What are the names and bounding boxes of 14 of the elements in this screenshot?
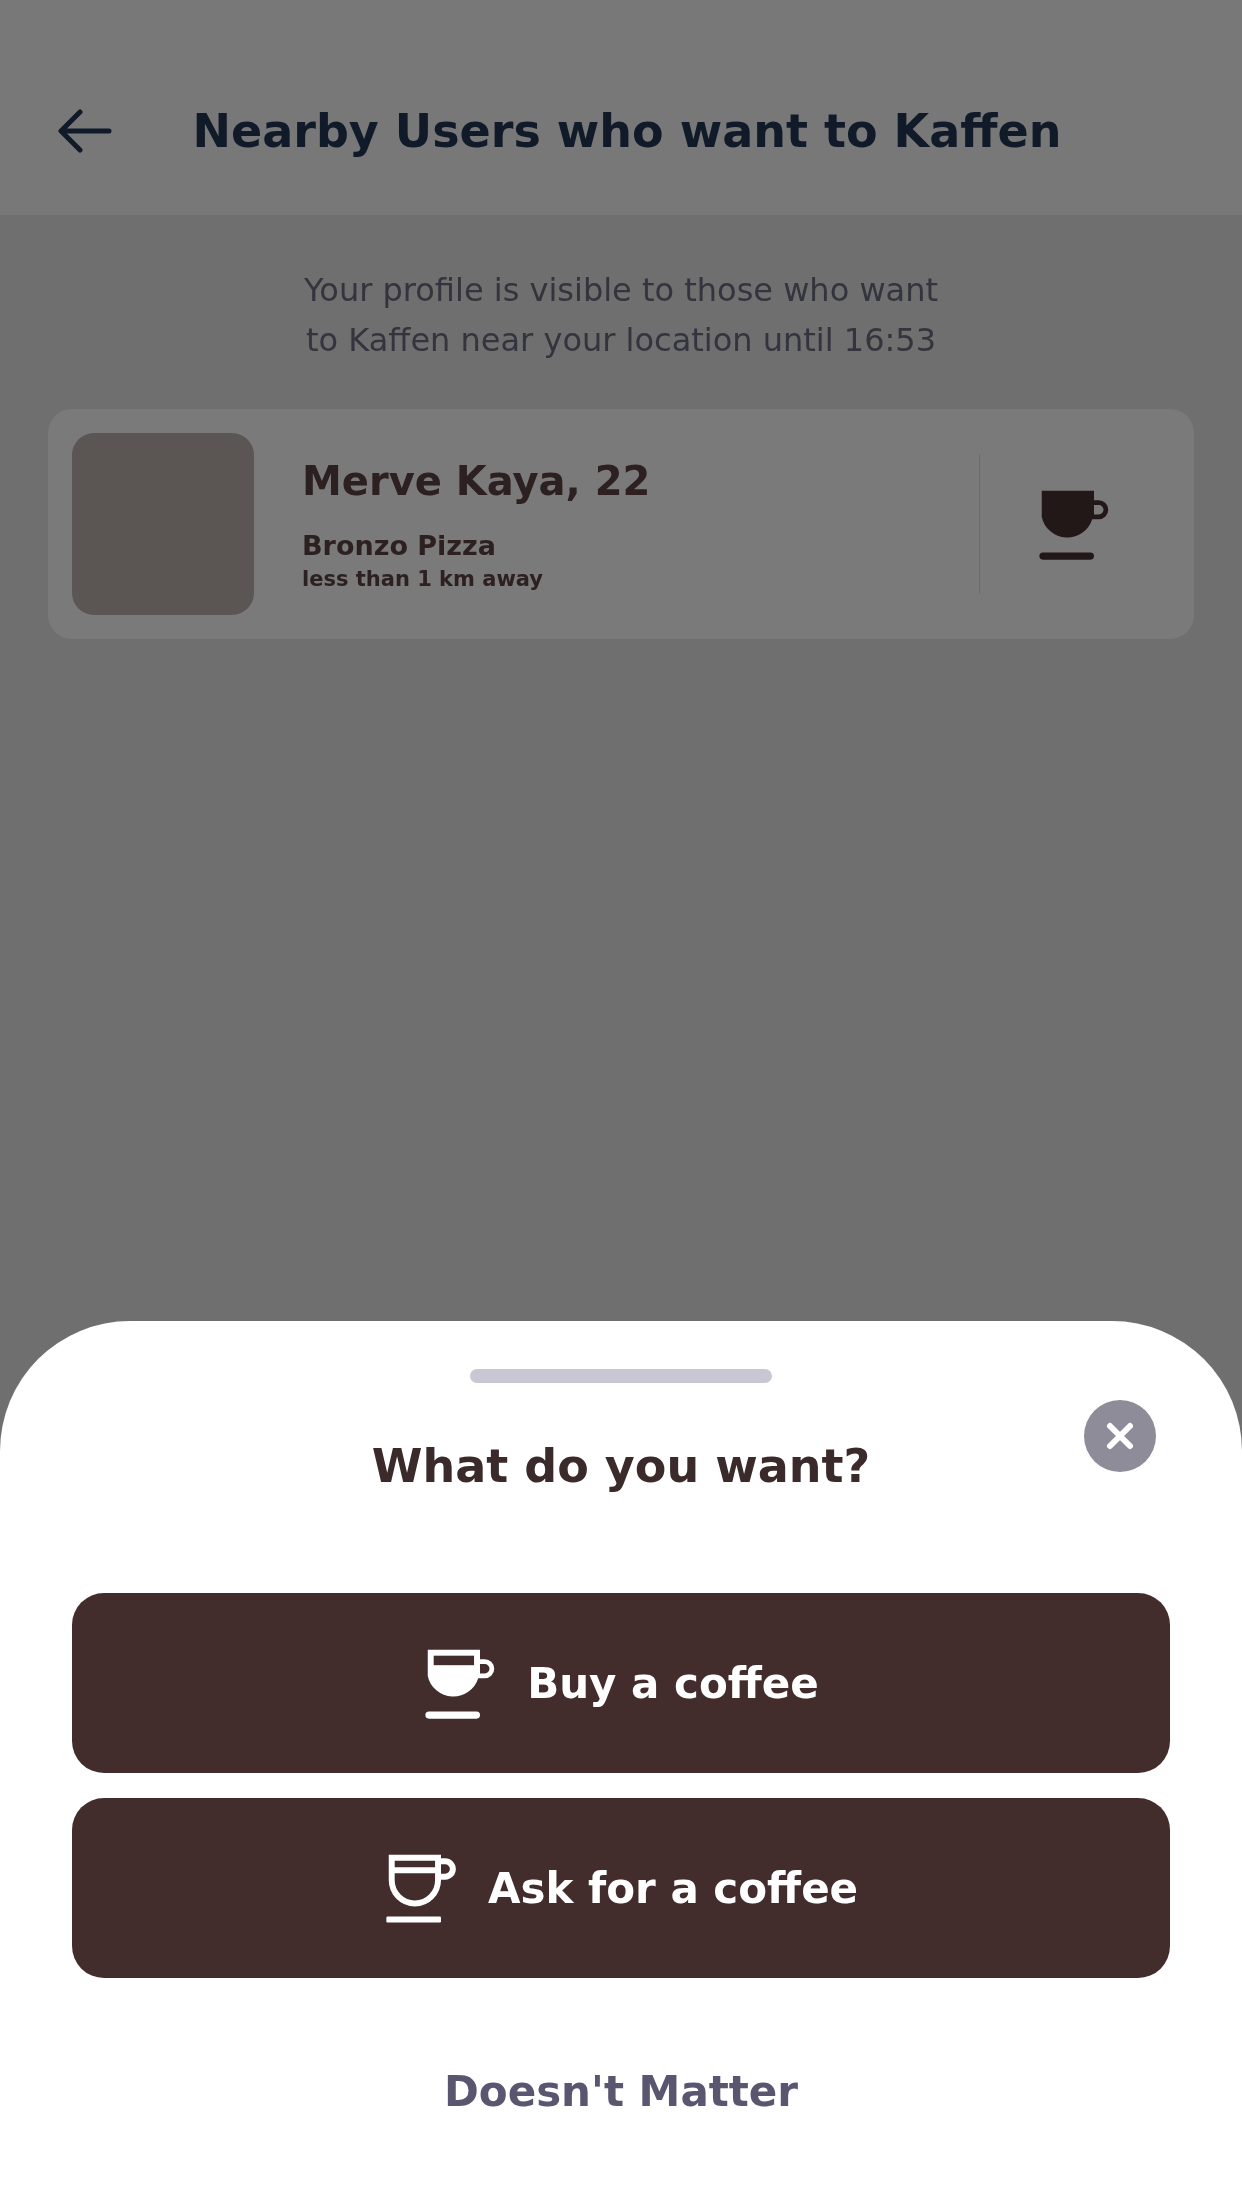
drag-handle[interactable]	[470, 1369, 772, 1383]
sheet-title: What do you want?	[371, 1439, 871, 1493]
user-distance: less than 1 km away	[302, 566, 545, 591]
user-card[interactable]: Merve Kaya, 22 Bronzo Pizza less than 1 km away	[48, 409, 1194, 639]
close-icon	[1105, 1421, 1135, 1451]
screen-title: Nearby Users who want to Kaffen	[191, 103, 1063, 158]
user-place: Bronzo Pizza	[302, 529, 498, 561]
visibility-notice: to Kaffen near your location until 16:53	[306, 320, 936, 361]
option-button[interactable]: Ask for a coffee	[72, 1798, 1170, 1978]
back-arrow-icon[interactable]	[58, 108, 112, 153]
user-name: Merve Kaya, 22	[302, 457, 652, 504]
option-button[interactable]: Buy a coffee	[72, 1593, 1170, 1773]
doesnt-matter-button[interactable]: Doesn't Matter	[437, 2066, 805, 2117]
visibility-notice: Your profile is visible to those who want	[304, 270, 938, 311]
